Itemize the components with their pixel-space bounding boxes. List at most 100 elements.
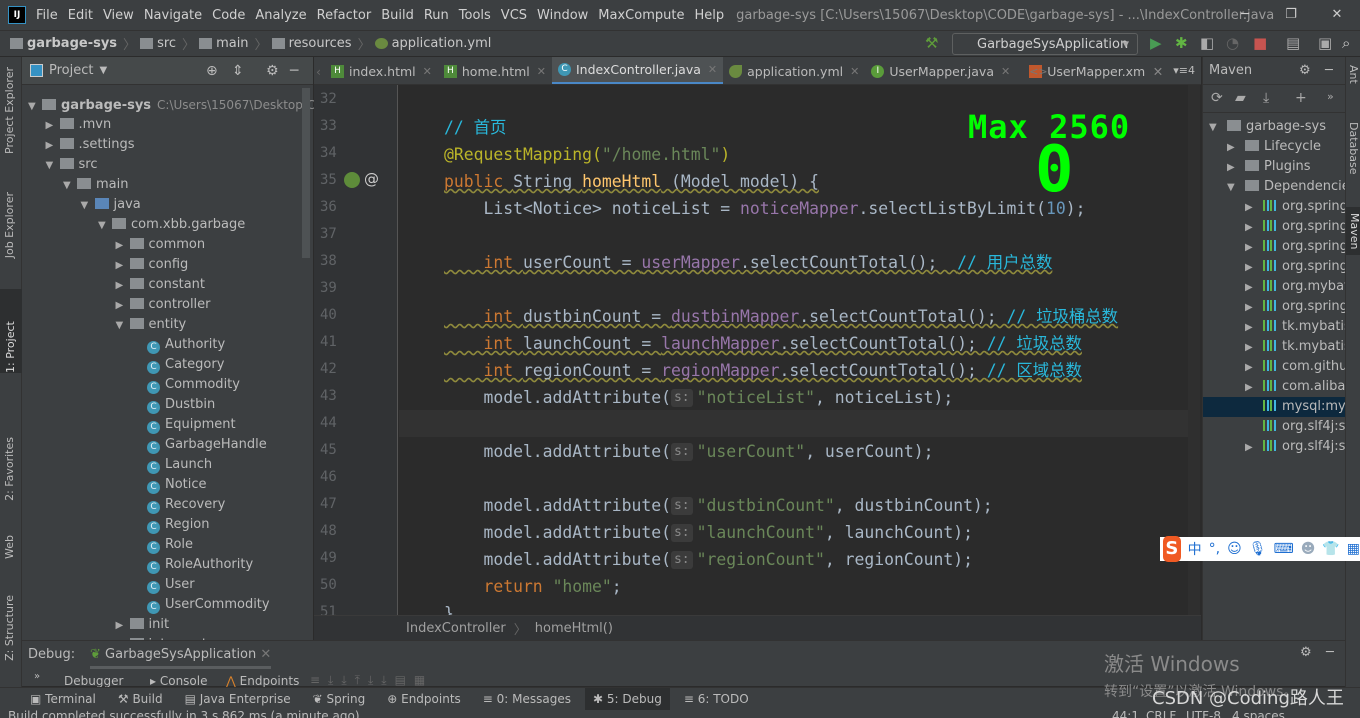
- tree-item[interactable]: C GarbageHandle: [133, 435, 267, 455]
- tree-item[interactable]: ▼ com.xbb.garbage: [98, 215, 245, 235]
- tree-item[interactable]: C Role: [133, 535, 193, 555]
- collapse-all-icon[interactable]: ⇕: [232, 63, 244, 79]
- chevron-down-icon[interactable]: ▼: [116, 316, 130, 336]
- menu-maxcompute[interactable]: MaxCompute: [598, 8, 684, 23]
- tab-close-icon[interactable]: ✕: [708, 63, 717, 76]
- menu-tools[interactable]: Tools: [459, 8, 491, 23]
- tree-item[interactable]: C User: [133, 575, 195, 595]
- chevron-right-icon[interactable]: ▶: [116, 236, 130, 256]
- chevron-down-icon[interactable]: ▼: [28, 97, 42, 117]
- stripe-structure[interactable]: Z: Structure: [3, 595, 16, 661]
- chevron-down-icon[interactable]: ▼: [1209, 118, 1227, 138]
- tool-todo[interactable]: ≡ 6: TODO: [684, 692, 749, 706]
- maven-tree-item[interactable]: ▶ org.slf4j:slf4: [1203, 437, 1345, 457]
- line-separator[interactable]: CRLF: [1146, 710, 1176, 718]
- run-configuration-select[interactable]: GarbageSysApplication: [952, 33, 1138, 55]
- stripe-database[interactable]: Database: [1347, 122, 1360, 175]
- hide-icon[interactable]: ─: [1326, 645, 1334, 660]
- debug-step-icons[interactable]: ≡⤓⤓⤒⤓⤓▤▦: [310, 673, 433, 688]
- chevron-right-icon[interactable]: ▶: [1245, 218, 1263, 238]
- maven-tree-item[interactable]: ▶ Plugins: [1203, 157, 1345, 177]
- tree-item[interactable]: C Authority: [133, 335, 225, 355]
- more-icon[interactable]: »: [1327, 90, 1334, 103]
- crumb-main[interactable]: main 〉: [199, 34, 268, 53]
- maven-tree-item[interactable]: ▶ org.springfr: [1203, 257, 1345, 277]
- chevron-down-icon[interactable]: ▼: [63, 176, 77, 196]
- maven-tree-item[interactable]: ▼ Dependencies: [1203, 177, 1345, 197]
- tree-item[interactable]: C Launch: [133, 455, 212, 475]
- maven-tree-item[interactable]: org.slf4j:slf4: [1203, 417, 1345, 437]
- tree-item[interactable]: C RoleAuthority: [133, 555, 253, 575]
- chevron-down-icon[interactable]: ▼: [98, 216, 112, 236]
- chevron-right-icon[interactable]: ▶: [116, 296, 130, 316]
- emoji-icon[interactable]: ☺: [1227, 541, 1242, 557]
- chevron-right-icon[interactable]: ▶: [46, 116, 60, 136]
- terminal-layout-icon[interactable]: ▣: [1318, 34, 1332, 52]
- profile-icon[interactable]: ◔: [1226, 34, 1239, 52]
- tree-item[interactable]: ▶ controller: [116, 295, 211, 315]
- maven-tree-item[interactable]: ▶ com.github.: [1203, 357, 1345, 377]
- add-folder-icon[interactable]: ▰: [1235, 90, 1246, 106]
- tree-item[interactable]: C Category: [133, 355, 224, 375]
- chevron-right-icon[interactable]: ▶: [1245, 238, 1263, 258]
- locate-icon[interactable]: ⊕: [206, 63, 218, 79]
- tool-endpoints[interactable]: ⊕ Endpoints: [387, 692, 461, 706]
- toolbox-icon[interactable]: ▦: [1347, 541, 1360, 557]
- chevron-down-icon[interactable]: ▼: [1227, 178, 1245, 198]
- tab-index-html[interactable]: Hindex.html ✕: [325, 57, 438, 84]
- debug-icon[interactable]: ✱: [1175, 34, 1188, 52]
- tool-messages[interactable]: ≡ 0: Messages: [483, 692, 571, 706]
- minimize-icon[interactable]: ─: [1222, 0, 1268, 30]
- chevron-right-icon[interactable]: ▶: [1245, 318, 1263, 338]
- tab-application-yml[interactable]: application.yml ✕: [723, 57, 865, 84]
- maven-tree-item[interactable]: ▼ garbage-sys: [1203, 117, 1345, 137]
- tree-item[interactable]: ▶ .mvn: [46, 115, 112, 135]
- menu-window[interactable]: Window: [537, 8, 588, 23]
- tab-close-icon[interactable]: ✕: [537, 65, 546, 78]
- tree-item[interactable]: ▼ src: [46, 155, 98, 175]
- menu-run[interactable]: Run: [424, 8, 449, 23]
- stop-icon[interactable]: ■: [1253, 34, 1267, 52]
- restore-icon[interactable]: ❐: [1268, 0, 1314, 30]
- maven-tree-item[interactable]: ▶ org.mybatis: [1203, 277, 1345, 297]
- status-message[interactable]: Build completed successfully in 3 s 862 …: [8, 710, 360, 718]
- menu-build[interactable]: Build: [381, 8, 414, 23]
- stripe-favorites[interactable]: 2: Favorites: [3, 437, 16, 501]
- stripe-job-explorer[interactable]: Job Explorer: [3, 192, 16, 258]
- download-icon[interactable]: ⤓: [1263, 90, 1269, 106]
- menu-analyze[interactable]: Analyze: [255, 8, 306, 23]
- tree-item[interactable]: ▶ common: [116, 235, 206, 255]
- stripe-ant[interactable]: Ant: [1347, 65, 1360, 84]
- maven-tree-item[interactable]: ▶ tk.mybatis:n: [1203, 317, 1345, 337]
- project-structure-icon[interactable]: ▤: [1286, 34, 1300, 52]
- stripe-project[interactable]: 1: Project: [0, 289, 22, 373]
- expand-icon[interactable]: »: [34, 671, 40, 682]
- chevron-right-icon[interactable]: ▶: [1245, 378, 1263, 398]
- crumb-src[interactable]: src 〉: [140, 34, 195, 53]
- menu-view[interactable]: View: [103, 8, 134, 23]
- maven-tree-item[interactable]: ▶ org.springfr: [1203, 237, 1345, 257]
- stripe-web[interactable]: Web: [3, 535, 16, 559]
- menu-refactor[interactable]: Refactor: [317, 8, 372, 23]
- gear-icon[interactable]: ⚙: [266, 63, 279, 79]
- reload-icon[interactable]: ⟳: [1211, 90, 1223, 106]
- project-view-select[interactable]: Project: [49, 63, 93, 78]
- chevron-right-icon[interactable]: ▶: [1245, 298, 1263, 318]
- tab-console[interactable]: ▸ Console: [150, 674, 207, 688]
- run-icon[interactable]: ▶: [1150, 34, 1162, 52]
- menu-navigate[interactable]: Navigate: [144, 8, 202, 23]
- search-icon[interactable]: ⌕: [1342, 34, 1350, 52]
- gear-icon[interactable]: ⚙: [1300, 645, 1312, 660]
- close-icon[interactable]: ✕: [1145, 57, 1169, 84]
- add-icon[interactable]: +: [1295, 90, 1307, 106]
- crumb-project[interactable]: garbage-sys 〉: [10, 34, 136, 53]
- project-scrollbar[interactable]: [302, 88, 310, 258]
- scroll-tabs-left-icon[interactable]: ‹: [314, 57, 325, 84]
- tool-java-enterprise[interactable]: ▤ Java Enterprise: [185, 692, 291, 706]
- menu-vcs[interactable]: VCS: [501, 8, 527, 23]
- chevron-right-icon[interactable]: ▶: [1245, 438, 1263, 458]
- tab-endpoints[interactable]: ⋀ Endpoints: [226, 674, 299, 688]
- debug-session-tab[interactable]: ❦ GarbageSysApplication ✕: [90, 647, 272, 669]
- tool-terminal[interactable]: ▣ Terminal: [30, 692, 96, 706]
- chevron-right-icon[interactable]: ▶: [1227, 158, 1245, 178]
